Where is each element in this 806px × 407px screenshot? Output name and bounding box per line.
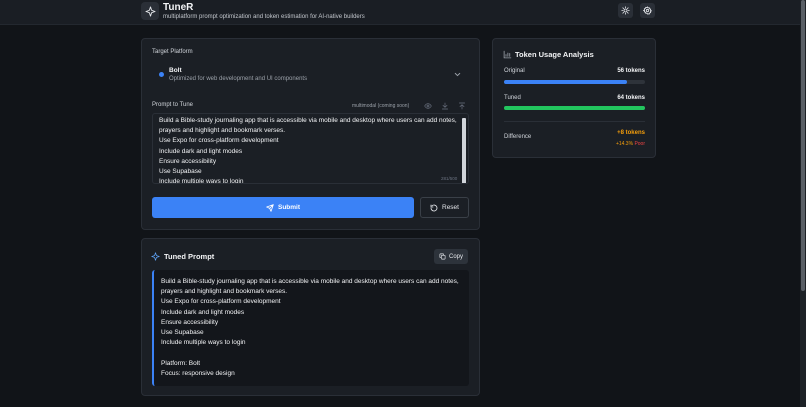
copy-button[interactable]: Copy — [434, 249, 468, 264]
reset-button[interactable]: Reset — [420, 197, 469, 218]
token-usage-title: Token Usage Analysis — [515, 50, 594, 59]
sparkle-icon — [151, 252, 160, 261]
platform-name: Bolt — [169, 67, 182, 74]
chevron-down-icon — [454, 72, 461, 77]
sparkle-icon — [144, 5, 156, 17]
copy-icon — [439, 253, 446, 260]
tuned-output: Build a Bible-study journaling app that … — [152, 270, 469, 386]
tuned-text: Build a Bible-study journaling app that … — [161, 278, 459, 377]
original-label: Original — [504, 68, 525, 74]
bar-chart-icon — [503, 50, 512, 59]
original-bar-fill — [504, 80, 628, 84]
tuned-bar-fill — [504, 106, 645, 110]
sun-icon — [621, 6, 630, 15]
settings-button[interactable] — [640, 3, 655, 18]
platform-dot — [159, 72, 164, 77]
prompt-textarea[interactable]: Build a Bible-study journaling app that … — [152, 113, 469, 184]
theme-toggle-button[interactable] — [618, 3, 633, 18]
app-title: TuneR — [163, 2, 194, 13]
char-count: 281/500 — [441, 176, 458, 181]
target-platform-label: Target Platform — [152, 49, 193, 55]
multimodal-note: multimodal (coming soon) — [352, 103, 410, 109]
app-subtitle: multiplatform prompt optimization and to… — [163, 14, 365, 20]
prompt-text: Build a Bible-study journaling app that … — [159, 117, 457, 184]
reset-icon — [430, 204, 438, 211]
upload-icon[interactable] — [458, 102, 466, 110]
eye-off-icon[interactable] — [424, 102, 432, 110]
textarea-scrollbar[interactable] — [462, 118, 466, 183]
gear-icon — [643, 6, 652, 15]
download-icon[interactable] — [441, 102, 449, 110]
prompt-label: Prompt to Tune — [152, 102, 194, 108]
difference-value: +8 tokens — [617, 130, 645, 136]
original-value: 56 tokens — [617, 68, 645, 74]
reset-label: Reset — [442, 204, 459, 211]
top-bar — [0, 0, 800, 25]
tuned-title: Tuned Prompt — [164, 252, 215, 261]
divider — [504, 121, 645, 122]
platform-select[interactable] — [152, 62, 469, 88]
copy-label: Copy — [448, 253, 463, 260]
difference-percent: +14.3% — [615, 141, 634, 147]
tuned-bar-track — [504, 106, 645, 110]
platform-description: Optimized for web development and UI com… — [169, 76, 308, 82]
submit-label: Submit — [277, 204, 301, 211]
difference-rating: Poor — [634, 141, 645, 147]
page-scrollbar-thumb[interactable] — [801, 0, 805, 291]
submit-button[interactable]: Submit — [152, 197, 414, 218]
tuned-value: 64 tokens — [617, 95, 645, 101]
send-icon — [266, 203, 274, 212]
difference-detail: +14.3% Poor — [616, 141, 645, 147]
difference-label: Difference — [504, 134, 532, 140]
logo — [141, 2, 159, 20]
original-bar-track — [504, 80, 645, 84]
tuned-label: Tuned — [504, 95, 521, 101]
